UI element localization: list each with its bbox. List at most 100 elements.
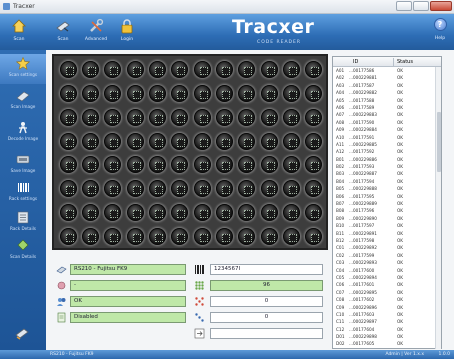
rack-well[interactable] (148, 108, 166, 126)
rack-well[interactable] (126, 180, 144, 198)
rack-well[interactable] (305, 227, 323, 245)
rack-well[interactable] (260, 132, 278, 150)
rack-well[interactable] (171, 203, 189, 221)
rack-well[interactable] (305, 108, 323, 126)
table-row[interactable]: D01 ...000229898 OK (333, 333, 435, 340)
rack-well[interactable] (305, 61, 323, 79)
rack-well[interactable] (238, 156, 256, 174)
table-row[interactable]: B12 ...00177598 OK (333, 237, 435, 244)
table-row[interactable]: B03 ...000229887 OK (333, 170, 435, 177)
rack-well[interactable] (81, 108, 99, 126)
table-row[interactable]: C10 ...00177603 OK (333, 311, 435, 318)
rack-well[interactable] (238, 132, 256, 150)
rack-well[interactable] (215, 180, 233, 198)
rack-well[interactable] (171, 227, 189, 245)
rack-well[interactable] (59, 156, 77, 174)
table-row[interactable]: B05 ...000229888 OK (333, 185, 435, 192)
minimize-button[interactable] (396, 1, 412, 11)
column-header-status[interactable]: Status (397, 59, 413, 65)
rack-well[interactable] (148, 132, 166, 150)
rack-well[interactable] (148, 85, 166, 103)
table-row[interactable]: B10 ...00177597 OK (333, 222, 435, 229)
rack-well[interactable] (104, 85, 122, 103)
help-button[interactable]: ? Help (430, 18, 450, 41)
table-row[interactable]: C05 ...000229894 OK (333, 274, 435, 281)
rack-well[interactable] (59, 227, 77, 245)
rack-well[interactable] (215, 156, 233, 174)
rack-well[interactable] (260, 227, 278, 245)
rack-well[interactable] (260, 61, 278, 79)
table-row[interactable]: C08 ...00177602 OK (333, 296, 435, 303)
rack-well[interactable] (193, 132, 211, 150)
toolbar-home-button[interactable]: Scan (6, 16, 32, 48)
rack-well[interactable] (193, 156, 211, 174)
rack-well[interactable] (193, 85, 211, 103)
rack-well[interactable] (305, 156, 323, 174)
rack-well[interactable] (59, 85, 77, 103)
rack-well[interactable] (59, 180, 77, 198)
table-row[interactable]: A11 ...000229885 OK (333, 141, 435, 148)
rack-well[interactable] (171, 132, 189, 150)
table-row[interactable]: C01 ...000229892 OK (333, 244, 435, 251)
rack-well[interactable] (282, 61, 300, 79)
rack-well[interactable] (81, 85, 99, 103)
toolbar-scan-button[interactable]: Scan (50, 16, 76, 48)
rack-well[interactable] (104, 61, 122, 79)
rack-well[interactable] (126, 132, 144, 150)
rack-well[interactable] (126, 85, 144, 103)
table-row[interactable]: A10 ...00177591 OK (333, 134, 435, 141)
rack-well[interactable] (215, 227, 233, 245)
rack-well[interactable] (282, 132, 300, 150)
rack-well[interactable] (81, 61, 99, 79)
sidebar-item-rack-details[interactable]: Rack Details (0, 208, 46, 238)
rack-well[interactable] (215, 61, 233, 79)
rack-well[interactable] (59, 61, 77, 79)
table-row[interactable]: A12 ...00177592 OK (333, 148, 435, 155)
rack-well[interactable] (305, 203, 323, 221)
rack-well[interactable] (260, 180, 278, 198)
table-row[interactable]: C06 ...00177601 OK (333, 281, 435, 288)
rack-well[interactable] (260, 203, 278, 221)
table-row[interactable]: A05 ...00177588 OK (333, 97, 435, 104)
rack-well[interactable] (282, 108, 300, 126)
barcode-field[interactable]: 1234567I (210, 264, 323, 275)
table-row[interactable]: B01 ...000229886 OK (333, 156, 435, 163)
table-row[interactable]: A01 ...00177586 OK (333, 67, 435, 74)
rack-well[interactable] (81, 203, 99, 221)
sidebar-item-save-image[interactable]: Save Image (0, 150, 46, 180)
rack-well[interactable] (215, 85, 233, 103)
rack-well[interactable] (104, 156, 122, 174)
close-button[interactable] (430, 1, 452, 11)
rack-well[interactable] (81, 227, 99, 245)
rack-well[interactable] (59, 108, 77, 126)
rack-well[interactable] (126, 227, 144, 245)
maximize-button[interactable] (413, 1, 429, 11)
table-row[interactable]: A09 ...000229884 OK (333, 126, 435, 133)
rack-well[interactable] (59, 203, 77, 221)
rack-well[interactable] (126, 156, 144, 174)
rack-well[interactable] (193, 180, 211, 198)
table-row[interactable]: A03 ...00177587 OK (333, 82, 435, 89)
table-row[interactable]: B09 ...000229890 OK (333, 215, 435, 222)
rack-well[interactable] (104, 203, 122, 221)
table-row[interactable]: A06 ...00177589 OK (333, 104, 435, 111)
table-row[interactable]: C04 ...00177600 OK (333, 267, 435, 274)
rack-well[interactable] (238, 108, 256, 126)
rack-well[interactable] (260, 85, 278, 103)
rack-well[interactable] (148, 180, 166, 198)
rack-well[interactable] (81, 156, 99, 174)
sidebar-item-scan-settings[interactable]: Scan settings (0, 54, 46, 84)
rack-well[interactable] (193, 227, 211, 245)
extra-field[interactable] (210, 328, 323, 339)
table-row[interactable]: B06 ...00177595 OK (333, 193, 435, 200)
rack-well[interactable] (193, 203, 211, 221)
rack-well[interactable] (126, 108, 144, 126)
rack-well[interactable] (171, 61, 189, 79)
rack-well[interactable] (305, 132, 323, 150)
toolbar-advanced-button[interactable]: Advanced (83, 16, 109, 48)
rack-well[interactable] (59, 132, 77, 150)
rack-well[interactable] (238, 180, 256, 198)
count-field[interactable]: 96 (210, 280, 323, 291)
table-row[interactable]: A02 ...000229881 OK (333, 74, 435, 81)
rack-well[interactable] (104, 108, 122, 126)
